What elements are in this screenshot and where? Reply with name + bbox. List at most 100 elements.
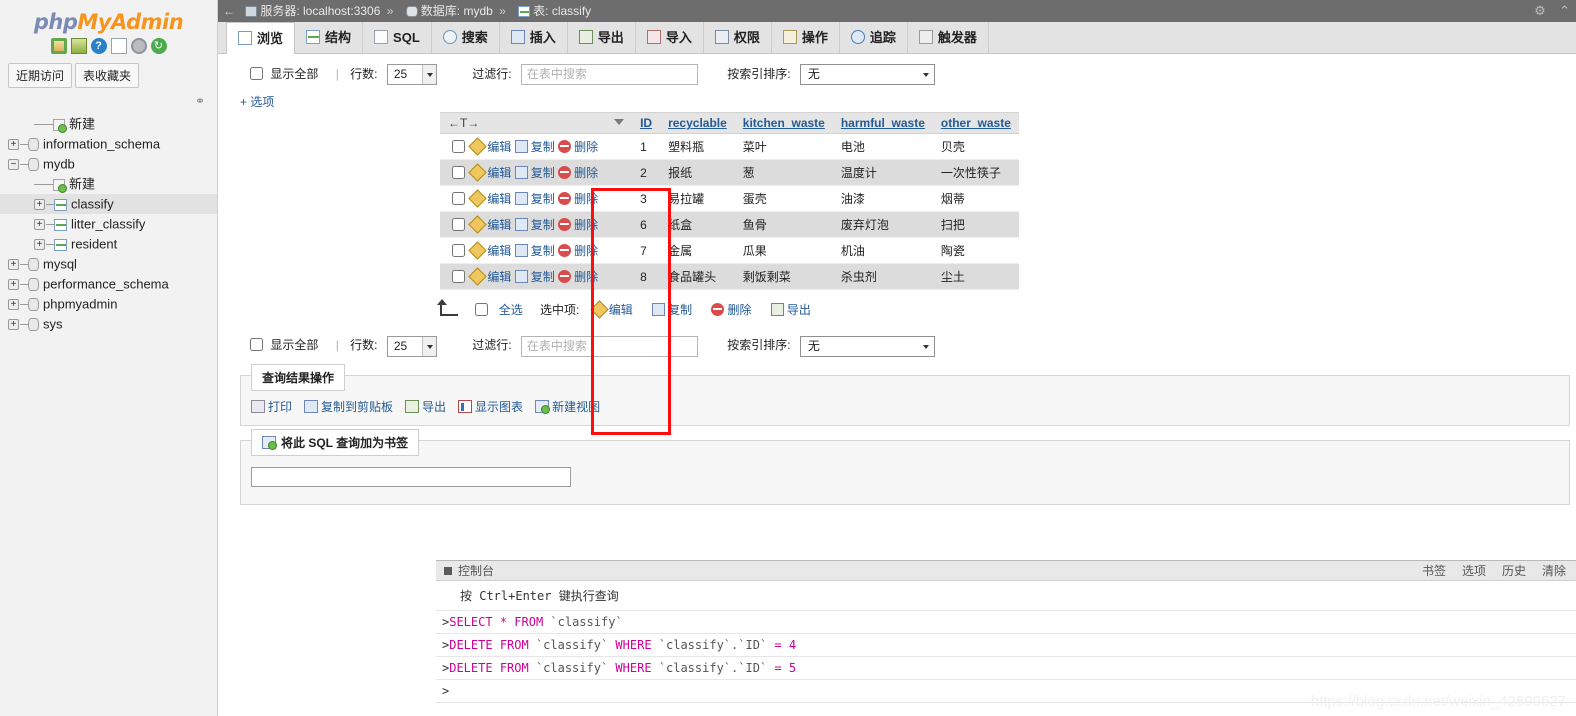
cell-kitchen_waste[interactable]: 菜叶 (734, 133, 833, 161)
column-header-harmful_waste[interactable]: harmful_waste (832, 112, 933, 135)
breadcrumb-database[interactable]: 数据库: mydb (421, 4, 493, 18)
tree-expander[interactable]: + (8, 259, 19, 271)
sort-index-select-bottom[interactable]: 无 (799, 335, 935, 357)
row-delete-button[interactable]: 删除 (558, 270, 598, 284)
cell-kitchen_waste[interactable]: 瓜果 (734, 237, 833, 265)
row-copy-button[interactable]: 复制 (514, 244, 555, 258)
row-copy-button[interactable]: 复制 (514, 140, 555, 154)
rows-select-bottom[interactable]: 25 (386, 335, 437, 357)
cell-harmful_waste[interactable]: 温度计 (832, 159, 933, 187)
console-link-清除[interactable]: 清除 (1542, 564, 1566, 578)
table-row[interactable]: 编辑 复制 删除 3 易拉罐 蛋壳 油漆 烟蒂 (440, 185, 1019, 213)
query-result-new-view-button[interactable]: 新建视图 (535, 398, 600, 415)
cell-id[interactable]: 1 (632, 133, 661, 161)
cell-kitchen_waste[interactable]: 鱼骨 (734, 211, 833, 239)
row-edit-button[interactable]: 编辑 (468, 189, 511, 209)
console-query-line[interactable]: >DELETE FROM `classify` WHERE `classify`… (436, 657, 1576, 680)
tab-导出[interactable]: 导出 (568, 22, 636, 53)
cell-recyclable[interactable]: 金属 (660, 237, 735, 265)
tab-权限[interactable]: 权限 (704, 22, 772, 53)
column-header-link[interactable]: harmful_waste (841, 116, 925, 130)
tree-item-mydb[interactable]: − mydb (0, 154, 217, 174)
row-copy-button[interactable]: 复制 (514, 218, 555, 232)
tab-导入[interactable]: 导入 (636, 22, 704, 53)
tree-item-phpmyadmin[interactable]: + phpmyadmin (0, 294, 217, 314)
sort-index-select-top[interactable]: 无 (799, 64, 935, 86)
console-link-书签[interactable]: 书签 (1422, 564, 1446, 578)
table-row[interactable]: 编辑 复制 删除 2 报纸葱温度计 一次性筷子 (440, 159, 1019, 187)
console-link-选项[interactable]: 选项 (1462, 564, 1486, 578)
link-chain-icon[interactable]: ⚭ (195, 94, 205, 108)
tab-浏览[interactable]: 浏览 (226, 22, 296, 54)
row-select-checkbox[interactable] (452, 218, 465, 232)
cell-kitchen_waste[interactable]: 蛋壳 (734, 185, 833, 213)
cell-harmful_waste[interactable]: 杀虫剂 (832, 263, 933, 291)
row-delete-button[interactable]: 删除 (558, 140, 598, 154)
help-icon[interactable]: ? (90, 38, 107, 54)
show-all-checkbox-top[interactable] (250, 67, 263, 80)
tree-expander[interactable]: + (8, 139, 19, 151)
query-result-clipboard-button[interactable]: 复制到剪贴板 (304, 398, 393, 415)
query-result-print-button[interactable]: 打印 (251, 398, 292, 415)
cell-recyclable[interactable]: 报纸 (660, 159, 735, 187)
cell-other_waste[interactable]: 烟蒂 (932, 185, 1019, 213)
tree-item-litter_classify[interactable]: + litter_classify (0, 214, 217, 234)
cell-id[interactable]: 6 (632, 211, 661, 239)
server-exit-icon[interactable] (70, 38, 87, 54)
cell-recyclable[interactable]: 易拉罐 (660, 185, 735, 213)
row-edit-button[interactable]: 编辑 (468, 137, 511, 157)
table-row[interactable]: 编辑 复制 删除 6 纸盒 鱼骨 废弃灯泡 扫把 (440, 211, 1019, 239)
row-edit-button[interactable]: 编辑 (468, 215, 511, 235)
bookmark-name-input[interactable] (251, 466, 571, 487)
rows-select-top[interactable]: 25 (386, 64, 437, 86)
row-delete-button[interactable]: 删除 (558, 166, 598, 180)
tree-item-sys[interactable]: + sys (0, 314, 217, 334)
tab-搜索[interactable]: 搜索 (432, 22, 500, 53)
row-delete-button[interactable]: 删除 (558, 244, 598, 258)
cell-other_waste[interactable]: 贝壳 (932, 133, 1019, 161)
tree-item-mysql[interactable]: + mysql (0, 254, 217, 274)
phpmyadmin-logo[interactable]: phpMyAdmin (0, 0, 217, 36)
tree-item-新建[interactable]: 新建 (0, 114, 217, 134)
cell-kitchen_waste[interactable]: 剩饭剩菜 (734, 263, 833, 291)
console-link-历史[interactable]: 历史 (1502, 564, 1526, 578)
column-header-recyclable[interactable]: recyclable (660, 112, 735, 135)
tree-expander[interactable]: + (8, 299, 19, 311)
show-all-checkbox-bottom[interactable] (250, 338, 263, 352)
column-header-other_waste[interactable]: other_waste (932, 112, 1019, 135)
collapse-icon[interactable]: ⌃ (1559, 0, 1570, 22)
options-toggle[interactable]: + 选项 (218, 89, 1576, 112)
table-row[interactable]: 编辑 复制 删除 7 金属 瓜果 机油 陶瓷 (440, 237, 1019, 265)
cell-harmful_waste[interactable]: 废弃灯泡 (832, 211, 933, 239)
column-header-link[interactable]: recyclable (668, 116, 727, 130)
column-header-link[interactable]: kitchen_waste (743, 116, 825, 130)
tab-操作[interactable]: 操作 (772, 22, 840, 53)
cell-harmful_waste[interactable]: 油漆 (832, 185, 933, 213)
cell-kitchen_waste[interactable]: 葱 (734, 159, 833, 187)
row-select-checkbox[interactable] (452, 140, 465, 154)
breadcrumb-table[interactable]: 表: classify (533, 4, 591, 18)
cell-harmful_waste[interactable]: 机油 (832, 237, 933, 265)
cell-id[interactable]: 8 (632, 263, 661, 291)
row-copy-button[interactable]: 复制 (514, 166, 555, 180)
tree-expander[interactable]: + (34, 239, 45, 251)
cell-id[interactable]: 7 (632, 237, 661, 265)
row-delete-button[interactable]: 删除 (558, 192, 598, 206)
tree-expander[interactable]: + (8, 279, 19, 291)
tree-item-performance_schema[interactable]: + performance_schema (0, 274, 217, 294)
query-result-export-button[interactable]: 导出 (405, 398, 446, 415)
select-all-arrow-icon[interactable] (437, 299, 458, 317)
table-row[interactable]: 编辑 复制 删除 8 食品罐头 剩饭剩菜 杀虫剂 尘土 (440, 263, 1019, 291)
row-select-checkbox[interactable] (452, 166, 465, 180)
sort-caret-header[interactable] (606, 112, 633, 135)
row-edit-button[interactable]: 编辑 (468, 241, 511, 261)
check-all-label[interactable]: 全选 (499, 303, 523, 317)
query-result-chart-button[interactable]: 显示图表 (458, 398, 523, 415)
cell-other_waste[interactable]: 陶瓷 (932, 237, 1019, 265)
check-all-checkbox[interactable] (475, 303, 489, 317)
tab-追踪[interactable]: 追踪 (840, 22, 908, 53)
cell-other_waste[interactable]: 扫把 (932, 211, 1019, 239)
tree-expander[interactable]: + (8, 319, 19, 331)
cell-other_waste[interactable]: 一次性筷子 (932, 159, 1019, 187)
cell-recyclable[interactable]: 塑料瓶 (660, 133, 735, 161)
